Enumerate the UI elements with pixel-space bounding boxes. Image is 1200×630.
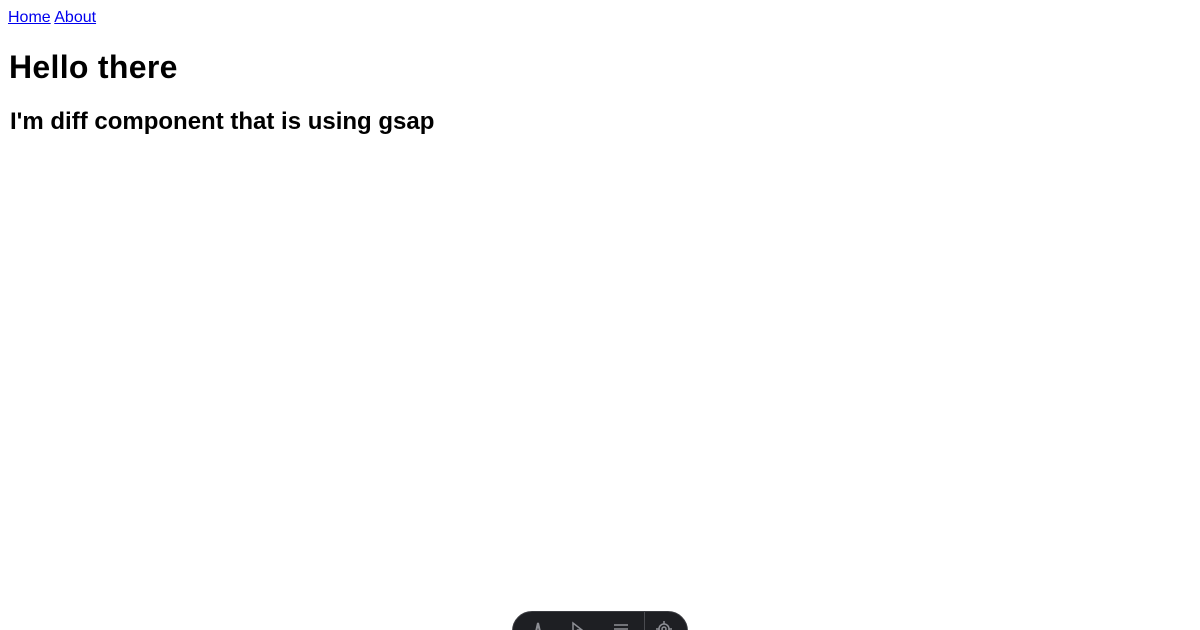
cursor-icon[interactable] [569,620,587,630]
nav-link-about[interactable]: About [54,9,96,26]
toolbar-divider [644,612,645,630]
nav-link-home[interactable]: Home [8,9,51,26]
astro-logo-icon[interactable] [529,620,547,630]
dev-toolbar [512,611,688,630]
page-subtitle: I'm diff component that is using gsap [10,108,435,135]
menu-icon[interactable] [612,620,630,630]
page-title: Hello there [9,49,178,85]
page: Home About Hello there I'm diff componen… [0,0,1200,630]
settings-icon[interactable] [655,620,673,630]
top-nav: Home About [8,8,96,27]
